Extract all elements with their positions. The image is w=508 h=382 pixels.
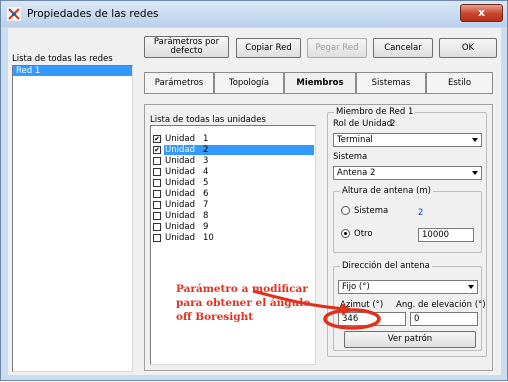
system-label: Sistema	[333, 152, 368, 162]
unit-checkbox[interactable]	[153, 190, 161, 198]
network-item[interactable]: Red 1	[13, 66, 132, 76]
unit-item[interactable]: Unidad 7	[153, 200, 313, 210]
unit-label: Unidad	[165, 200, 195, 210]
direction-mode-select[interactable]: Fijo (°)	[338, 280, 478, 294]
unit-number: 2	[203, 145, 209, 155]
unit-label: Unidad	[165, 189, 195, 199]
unit-item[interactable]: ✔ Unidad 2	[153, 145, 314, 155]
direction-group-title: Dirección del antena	[340, 261, 432, 271]
dialog-body: Lista de todas las redes Red 1 Parámetro…	[8, 28, 501, 375]
unit-label: Unidad	[165, 178, 195, 188]
member-group: Miembro de Red 1 Rol de Unidad 2 Termina…	[327, 107, 487, 357]
height-group-title: Altura de antena (m)	[340, 186, 433, 196]
tab-topology[interactable]: Topología	[214, 72, 284, 94]
cancel-button[interactable]: Cancelar	[373, 38, 433, 58]
member-group-title: Miembro de Red 1	[334, 107, 416, 117]
unit-item[interactable]: Unidad 10	[153, 233, 313, 243]
networks-header: Lista de todas las redes	[12, 54, 113, 64]
system-height-label: Sistema	[354, 206, 389, 216]
unit-item[interactable]: Unidad 3	[153, 156, 313, 166]
tab-members[interactable]: Miembros	[284, 72, 356, 94]
unit-label: Unidad	[165, 156, 195, 166]
defaults-button[interactable]: Parámetros por defecto	[144, 36, 229, 58]
unit-label: Unidad	[165, 134, 195, 144]
app-icon	[7, 7, 21, 21]
elevation-label: Ang. de elevación (°)	[396, 300, 486, 310]
unit-item[interactable]: Unidad 6	[153, 189, 313, 199]
tab-style[interactable]: Estilo	[426, 72, 493, 94]
copy-network-button[interactable]: Copiar Red	[236, 38, 301, 58]
window-title: Propiedades de las redes	[27, 8, 159, 20]
system-height-value: 2	[418, 208, 424, 218]
radio-system-height[interactable]	[341, 206, 350, 215]
unit-checkbox[interactable]: ✔	[153, 135, 161, 143]
ok-button[interactable]: OK	[439, 38, 497, 58]
units-header: Lista de todas las unidades	[150, 115, 266, 125]
view-pattern-button[interactable]: Ver patrón	[344, 331, 476, 348]
unit-number: 3	[203, 156, 209, 166]
unit-item[interactable]: ✔ Unidad 1	[153, 134, 313, 144]
unit-checkbox[interactable]	[153, 234, 161, 242]
other-height-input[interactable]: 10000	[418, 228, 474, 242]
unit-checkbox[interactable]	[153, 179, 161, 187]
unit-checkbox[interactable]	[153, 157, 161, 165]
unit-item[interactable]: Unidad 8	[153, 211, 313, 221]
elevation-input[interactable]: 0	[410, 312, 478, 326]
azimuth-label: Azimut (°)	[340, 300, 384, 310]
unit-number: 7	[203, 200, 209, 210]
dialog-window: Propiedades de las redes x Lista de toda…	[0, 0, 508, 381]
unit-item[interactable]: Unidad 9	[153, 222, 313, 232]
unit-label: Unidad	[164, 145, 314, 155]
unit-label: Unidad	[165, 233, 195, 243]
unit-number: 4	[203, 167, 209, 177]
paste-network-button[interactable]: Pegar Red	[307, 38, 367, 58]
height-group: Altura de antena (m) Sistema 2 Otro 1000…	[333, 186, 482, 253]
unit-item[interactable]: Unidad 4	[153, 167, 313, 177]
unit-checkbox[interactable]	[153, 168, 161, 176]
azimuth-input[interactable]: 346	[338, 312, 406, 326]
unit-number: 9	[203, 222, 209, 232]
direction-group: Dirección del antena Fijo (°) Azimut (°)…	[333, 261, 486, 351]
chevron-down-icon[interactable]	[469, 135, 480, 145]
role-label: Rol de Unidad	[333, 119, 393, 129]
annotation-text: Parámetro a modificar para obtener el án…	[176, 283, 311, 323]
unit-number: 6	[203, 189, 209, 199]
unit-number: 8	[203, 211, 209, 221]
chevron-down-icon[interactable]	[469, 168, 480, 178]
chevron-down-icon[interactable]	[465, 282, 476, 292]
unit-checkbox[interactable]: ✔	[153, 146, 161, 154]
unit-item[interactable]: Unidad 5	[153, 178, 313, 188]
units-list[interactable]: ✔ Unidad 1 ✔ Unidad 2 Unidad 3 Unidad 4 Unidad 5 Uni…	[150, 125, 316, 365]
unit-label: Unidad	[165, 167, 195, 177]
unit-number: 10	[203, 233, 214, 243]
unit-checkbox[interactable]	[153, 212, 161, 220]
unit-checkbox[interactable]	[153, 223, 161, 231]
unit-checkbox[interactable]	[153, 201, 161, 209]
system-select[interactable]: Antena 2	[333, 166, 482, 180]
networks-list[interactable]: Red 1	[12, 65, 133, 372]
unit-number: 5	[203, 178, 209, 188]
role-select[interactable]: Terminal	[333, 133, 482, 147]
close-button[interactable]: x	[460, 4, 503, 22]
members-panel: Lista de todas las unidades ✔ Unidad 1 ✔ Uni…	[144, 104, 493, 371]
unit-label: Unidad	[165, 222, 195, 232]
role-value: 2	[390, 119, 396, 129]
title-bar[interactable]: Propiedades de las redes x	[1, 1, 507, 27]
role-select-value: Terminal	[337, 135, 373, 145]
unit-number: 1	[203, 134, 209, 144]
unit-label: Unidad	[165, 211, 195, 221]
direction-mode-value: Fijo (°)	[342, 282, 370, 292]
tab-parameters[interactable]: Parámetros	[144, 72, 214, 94]
other-height-label: Otro	[354, 229, 373, 239]
tab-systems[interactable]: Sistemas	[356, 72, 426, 94]
radio-other-height[interactable]	[341, 229, 350, 238]
system-select-value: Antena 2	[337, 168, 376, 178]
